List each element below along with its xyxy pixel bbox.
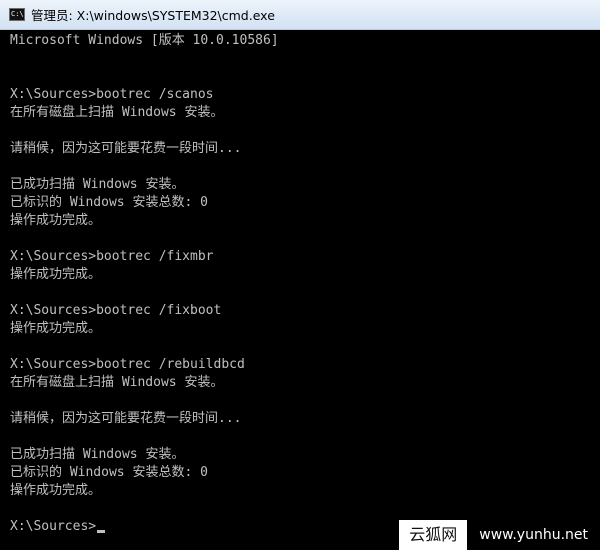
window-title: 管理员: X:\windows\SYSTEM32\cmd.exe	[31, 8, 275, 23]
console-line: Microsoft Windows [版本 10.0.10586]	[10, 32, 595, 50]
console-line: 在所有磁盘上扫描 Windows 安装。	[10, 104, 595, 122]
console-line: 已成功扫描 Windows 安装。	[10, 446, 595, 464]
console-line: 在所有磁盘上扫描 Windows 安装。	[10, 374, 595, 392]
console-line: 操作成功完成。	[10, 266, 595, 284]
console-line: 请稍候，因为这可能要花费一段时间...	[10, 140, 595, 158]
console-line: 请稍候，因为这可能要花费一段时间...	[10, 410, 595, 428]
console-output[interactable]: Microsoft Windows [版本 10.0.10586] X:\Sour…	[10, 32, 595, 536]
console-line: X:\Sources>bootrec /scanos	[10, 86, 595, 104]
console-line-text: X:\Sources>bootrec /fixmbr	[10, 249, 214, 264]
console-line: 操作成功完成。	[10, 320, 595, 338]
console-line-text: 请稍候，因为这可能要花费一段时间...	[10, 411, 242, 426]
console-line-text: X:\Sources>bootrec /scanos	[10, 87, 214, 102]
console-line-text: 已标识的 Windows 安装总数: 0	[10, 195, 208, 210]
cmd-console-icon[interactable]: C:\	[9, 8, 25, 21]
console-line-text: 已成功扫描 Windows 安装。	[10, 177, 185, 192]
cmd-window: C:\ 管理员: X:\windows\SYSTEM32\cmd.exe Mic…	[0, 0, 600, 550]
console-line-text: Microsoft Windows [版本 10.0.10586]	[10, 33, 279, 48]
console-line: 操作成功完成。	[10, 212, 595, 230]
console-line-text: 操作成功完成。	[10, 267, 102, 282]
console-line: X:\Sources>bootrec /rebuildbcd	[10, 356, 595, 374]
console-line-text: 在所有磁盘上扫描 Windows 安装。	[10, 375, 224, 390]
console-line-text: 操作成功完成。	[10, 213, 102, 228]
console-line-text: 在所有磁盘上扫描 Windows 安装。	[10, 105, 224, 120]
console-line: X:\Sources>bootrec /fixboot	[10, 302, 595, 320]
console-line-text: X:\Sources>bootrec /rebuildbcd	[10, 357, 245, 372]
console-line-text: 操作成功完成。	[10, 321, 102, 336]
title-bar[interactable]: C:\ 管理员: X:\windows\SYSTEM32\cmd.exe	[0, 0, 600, 30]
console-line: 已标识的 Windows 安装总数: 0	[10, 194, 595, 212]
console-line-text: 操作成功完成。	[10, 483, 102, 498]
console-line-text: X:\Sources>bootrec /fixboot	[10, 303, 222, 318]
console-line-text: 已标识的 Windows 安装总数: 0	[10, 465, 208, 480]
console-line-text: 已成功扫描 Windows 安装。	[10, 447, 185, 462]
watermark-site-url: www.yunhu.net	[467, 520, 600, 550]
console-line: 已标识的 Windows 安装总数: 0	[10, 464, 595, 482]
watermark-site-name: 云狐网	[399, 520, 468, 550]
console-line-text: 请稍候，因为这可能要花费一段时间...	[10, 141, 242, 156]
console-line: 操作成功完成。	[10, 482, 595, 500]
console-line: 已成功扫描 Windows 安装。	[10, 176, 595, 194]
watermark: 云狐网 www.yunhu.net	[399, 520, 600, 550]
text-cursor	[97, 530, 106, 533]
console-line-text: X:\Sources>	[10, 519, 97, 534]
console-line: X:\Sources>bootrec /fixmbr	[10, 248, 595, 266]
